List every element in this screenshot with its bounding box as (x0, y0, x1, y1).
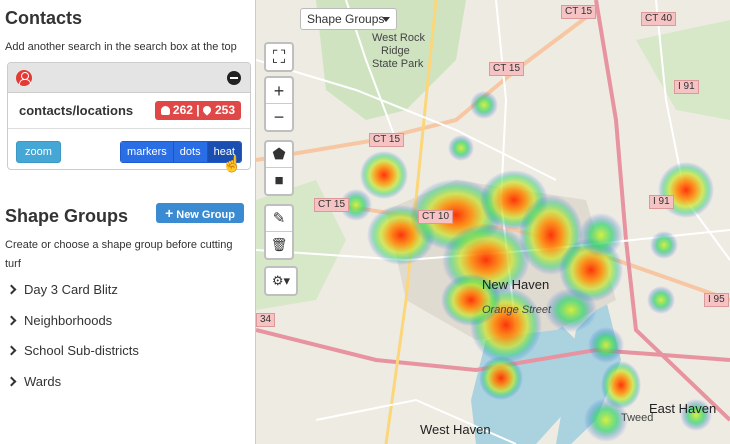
dropdown-label: Shape Groups (307, 12, 385, 26)
mode-dots-button[interactable]: dots (173, 142, 208, 162)
city-label: West Haven (420, 422, 491, 437)
place-label: Tweed (621, 412, 654, 424)
road-shield: CT 15 (561, 5, 597, 19)
road-shield: I 91 (649, 195, 674, 209)
place-label: Orange Street (482, 304, 552, 316)
caret-down-icon (382, 17, 390, 22)
contacts-card: contacts/locations 262 | 253 zoom marker… (7, 62, 251, 170)
group-item-label: School Sub-districts (24, 343, 139, 358)
zoom-button[interactable]: zoom (16, 141, 61, 163)
road-shield: I 95 (704, 293, 729, 307)
badge-separator: | (196, 103, 200, 117)
new-group-button[interactable]: + New Group (156, 203, 244, 223)
zoom-out-button[interactable]: − (266, 104, 292, 130)
dataset-row: contacts/locations 262 | 253 (8, 93, 250, 129)
contacts-title: Contacts (5, 8, 83, 28)
group-item[interactable]: School Sub-districts (6, 343, 139, 358)
rectangle-icon[interactable]: ■ (266, 168, 292, 194)
remove-icon[interactable] (227, 71, 241, 85)
chevron-right-icon (6, 315, 17, 326)
place-label: State Park (372, 58, 424, 70)
city-label: New Haven (482, 277, 550, 292)
group-item-label: Day 3 Card Blitz (24, 282, 118, 297)
road-shield: CT 15 (369, 133, 405, 147)
road-shield: I 91 (674, 80, 699, 94)
map-view[interactable]: Shape Groups ⛶ + − ⬟ ■ ✎ 🗑 ⚙▾ CT 15 CT 4… (256, 0, 730, 444)
polygon-icon[interactable]: ⬟ (266, 142, 292, 168)
road-shield: CT 40 (641, 12, 677, 26)
dataset-label: contacts/locations (19, 103, 134, 118)
road-shield: CT 15 (314, 198, 350, 212)
count-badge: 262 | 253 (154, 101, 241, 120)
chevron-right-icon (6, 376, 17, 387)
edit-icon[interactable]: ✎ (266, 206, 292, 232)
shape-groups-title: Shape Groups (5, 206, 129, 226)
group-item[interactable]: Day 3 Card Blitz (6, 282, 118, 297)
road-shield: CT 10 (418, 210, 454, 224)
place-label: West Rock (372, 32, 425, 44)
mode-markers-button[interactable]: markers (121, 142, 174, 162)
hand-cursor-icon: ☝ (222, 156, 242, 173)
zoom-in-button[interactable]: + (266, 78, 292, 104)
settings-control[interactable]: ⚙▾ (264, 266, 298, 296)
chevron-right-icon (6, 345, 17, 356)
group-item-label: Wards (24, 374, 62, 389)
city-label: East Haven (649, 401, 717, 416)
new-group-label: New Group (176, 209, 235, 221)
settings-icon[interactable]: ⚙▾ (266, 268, 296, 294)
contacts-hint: Add another search in the search box at … (5, 41, 237, 53)
contact-count: 262 (172, 103, 193, 117)
fit-bounds-control[interactable]: ⛶ (264, 42, 294, 72)
card-header (8, 63, 250, 93)
road-shield: 34 (256, 313, 276, 327)
group-item[interactable]: Wards (6, 374, 62, 389)
zoom-control: + − (264, 76, 294, 132)
group-item[interactable]: Neighborhoods (6, 313, 113, 328)
shape-groups-hint: Create or choose a shape group before cu… (5, 239, 233, 270)
person-icon (160, 106, 170, 115)
plus-icon: + (165, 205, 174, 221)
location-count: 253 (214, 103, 235, 117)
group-item-label: Neighborhoods (24, 313, 113, 328)
location-pin-icon (201, 104, 213, 116)
side-panel: Contacts Add another search in the searc… (0, 0, 256, 444)
user-icon (16, 70, 32, 86)
trash-icon[interactable]: 🗑 (266, 232, 292, 258)
fit-bounds-icon[interactable]: ⛶ (266, 44, 292, 70)
draw-control: ⬟ ■ (264, 140, 294, 196)
edit-control: ✎ 🗑 (264, 204, 294, 260)
shape-groups-dropdown[interactable]: Shape Groups (300, 8, 397, 30)
place-label: Ridge (381, 45, 410, 57)
chevron-right-icon (6, 284, 17, 295)
road-shield: CT 15 (489, 62, 525, 76)
